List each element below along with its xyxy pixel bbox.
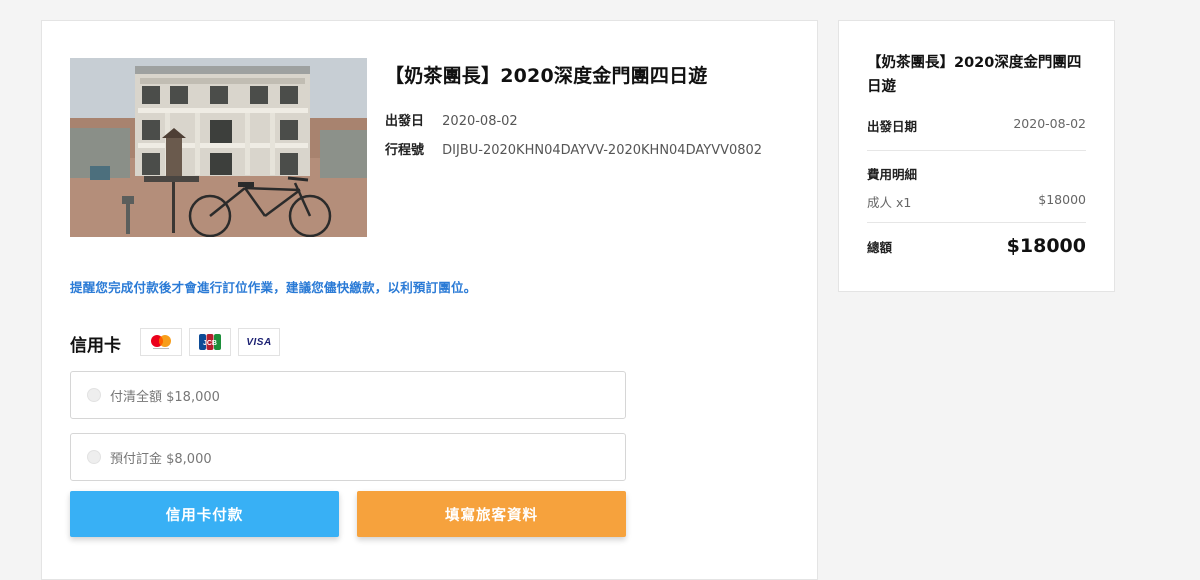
summary-divider bbox=[867, 150, 1086, 151]
visa-icon: VISA bbox=[238, 328, 280, 356]
mastercard-icon bbox=[140, 328, 182, 356]
jcb-icon: JCB bbox=[189, 328, 231, 356]
summary-departure-value: 2020-08-02 bbox=[1013, 116, 1086, 131]
payment-reminder: 提醒您完成付款後才會進行訂位作業，建議您儘快繳款，以利預訂團位。 bbox=[70, 280, 477, 295]
booking-main-card: 【奶茶團長】2020深度金門團四日遊 出發日 2020-08-02 行程號 DI… bbox=[41, 20, 818, 580]
itinerary-row: 行程號 DIJBU-2020KHN04DAYVV-2020KHN04DAYVV0… bbox=[385, 139, 762, 158]
tour-title: 【奶茶團長】2020深度金門團四日遊 bbox=[385, 65, 708, 87]
credit-card-pay-button[interactable]: 信用卡付款 bbox=[70, 491, 339, 537]
departure-row: 出發日 2020-08-02 bbox=[385, 110, 518, 129]
summary-departure-row: 出發日期 2020-08-02 bbox=[867, 116, 1086, 135]
pay-full-option[interactable]: 付清全額 $18,000 bbox=[70, 371, 626, 419]
fill-traveler-info-button[interactable]: 填寫旅客資料 bbox=[357, 491, 626, 537]
summary-departure-label: 出發日期 bbox=[867, 119, 918, 134]
summary-divider bbox=[867, 222, 1086, 223]
adult-fee-label: 成人 x1 bbox=[867, 195, 912, 210]
order-summary-card: 【奶茶團長】2020深度金門團四日遊 出發日期 2020-08-02 費用明細 … bbox=[838, 20, 1115, 292]
credit-card-heading: 信用卡 bbox=[70, 336, 121, 356]
pay-full-label: 付清全額 $18,000 bbox=[110, 389, 220, 405]
pay-deposit-label: 預付訂金 $8,000 bbox=[110, 451, 212, 467]
adult-fee-value: $18000 bbox=[1038, 192, 1086, 207]
visa-text: VISA bbox=[246, 336, 272, 348]
pay-deposit-radio[interactable] bbox=[87, 450, 101, 464]
fee-heading-row: 費用明細 bbox=[867, 164, 1086, 183]
total-value: $18000 bbox=[1006, 235, 1086, 257]
pay-deposit-option[interactable]: 預付訂金 $8,000 bbox=[70, 433, 626, 481]
adult-fee-row: 成人 x1 $18000 bbox=[867, 192, 1086, 211]
total-label: 總額 bbox=[867, 239, 893, 255]
fee-heading: 費用明細 bbox=[867, 167, 918, 182]
itinerary-label: 行程號 bbox=[385, 143, 425, 158]
itinerary-value: DIJBU-2020KHN04DAYVV-2020KHN04DAYVV0802 bbox=[442, 143, 763, 158]
summary-title: 【奶茶團長】2020深度金門團四日遊 bbox=[867, 55, 1082, 95]
pay-full-radio[interactable] bbox=[87, 388, 101, 402]
tour-photo bbox=[70, 58, 367, 237]
departure-value: 2020-08-02 bbox=[442, 114, 518, 129]
departure-label: 出發日 bbox=[385, 114, 425, 129]
total-row: 總額 $18000 bbox=[867, 235, 1086, 257]
jcb-text: JCB bbox=[203, 340, 217, 347]
